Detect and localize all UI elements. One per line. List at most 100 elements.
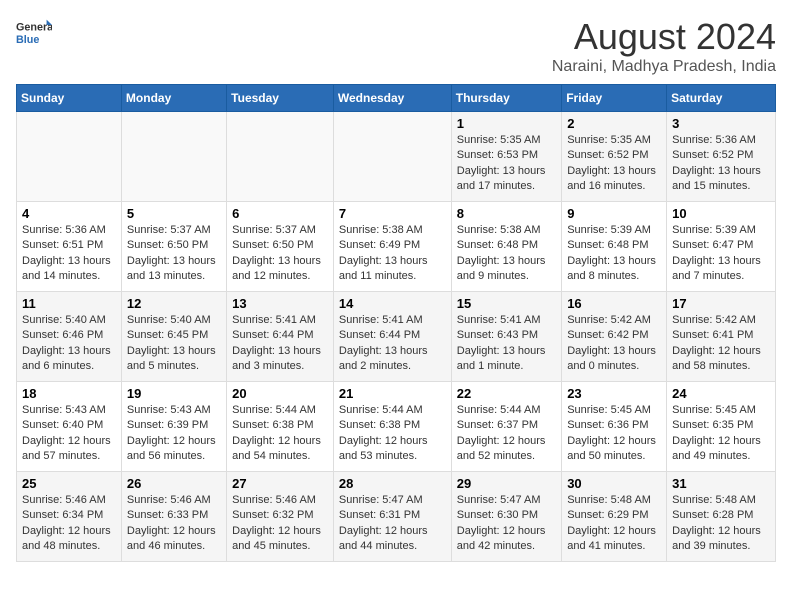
calendar-cell [333,112,451,202]
calendar-cell: 3Sunrise: 5:36 AMSunset: 6:52 PMDaylight… [667,112,776,202]
calendar-cell: 5 Sunrise: 5:37 AMSunset: 6:50 PMDaylight… [121,202,226,292]
calendar-cell: 12 Sunrise: 5:40 AMSunset: 6:45 PMDayligh… [121,292,226,382]
logo: General Blue [16,16,52,52]
page-header: General Blue August 2024 Naraini, Madhya… [16,16,776,76]
day-number: 7 [339,206,446,221]
day-number: 14 [339,296,446,311]
day-info: Sunrise: 5:42 AMSunset: 6:41 PMDaylight:… [672,313,770,375]
calendar-table: SundayMondayTuesdayWednesdayThursdayFrid… [16,84,776,562]
day-number: 22 [457,386,556,401]
day-info: Sunrise: 5:48 AMSunset: 6:29 PMDaylight:… [567,493,661,555]
day-number: 1 [457,116,556,131]
calendar-cell: 14 Sunrise: 5:41 AMSunset: 6:44 PMDayligh… [333,292,451,382]
day-info: Sunrise: 5:36 AMSunset: 6:51 PMDaylight:… [22,223,116,285]
day-number: 20 [232,386,328,401]
day-number: 16 [567,296,661,311]
day-number: 3 [672,116,770,131]
calendar-cell: 1 Sunrise: 5:35 AMSunset: 6:53 PMDaylight… [451,112,561,202]
logo-icon: General Blue [16,16,52,52]
day-info: Sunrise: 5:46 AMSunset: 6:32 PMDaylight:… [232,493,328,555]
day-info: Sunrise: 5:40 AMSunset: 6:45 PMDaylight:… [127,313,221,375]
calendar-cell: 16 Sunrise: 5:42 AMSunset: 6:42 PMDayligh… [562,292,667,382]
day-info: Sunrise: 5:45 AMSunset: 6:35 PMDaylight:… [672,403,770,465]
day-number: 6 [232,206,328,221]
day-number: 26 [127,476,221,491]
calendar-cell: 23 Sunrise: 5:45 AMSunset: 6:36 PMDayligh… [562,382,667,472]
calendar-cell: 11 Sunrise: 5:40 AMSunset: 6:46 PMDayligh… [17,292,122,382]
calendar-cell [121,112,226,202]
calendar-cell [227,112,334,202]
day-info: Sunrise: 5:39 AMSunset: 6:47 PMDaylight:… [672,223,770,285]
calendar-cell: 26 Sunrise: 5:46 AMSunset: 6:33 PMDayligh… [121,472,226,562]
main-title: August 2024 [552,16,776,58]
day-info: Sunrise: 5:37 AMSunset: 6:50 PMDaylight:… [127,223,221,285]
calendar-cell: 13 Sunrise: 5:41 AMSunset: 6:44 PMDayligh… [227,292,334,382]
calendar-cell: 20Sunrise: 5:44 AMSunset: 6:38 PMDayligh… [227,382,334,472]
day-number: 31 [672,476,770,491]
day-info: Sunrise: 5:43 AMSunset: 6:40 PMDaylight:… [22,403,116,465]
day-number: 10 [672,206,770,221]
header-sunday: Sunday [17,85,122,112]
day-info: Sunrise: 5:45 AMSunset: 6:36 PMDaylight:… [567,403,661,465]
week-row-3: 11 Sunrise: 5:40 AMSunset: 6:46 PMDayligh… [17,292,776,382]
day-info: Sunrise: 5:35 AMSunset: 6:52 PMDaylight:… [567,133,661,195]
week-row-2: 4 Sunrise: 5:36 AMSunset: 6:51 PMDaylight… [17,202,776,292]
day-number: 15 [457,296,556,311]
header-saturday: Saturday [667,85,776,112]
day-info: Sunrise: 5:44 AMSunset: 6:37 PMDaylight:… [457,403,556,465]
calendar-cell: 4 Sunrise: 5:36 AMSunset: 6:51 PMDaylight… [17,202,122,292]
day-number: 24 [672,386,770,401]
day-number: 9 [567,206,661,221]
calendar-cell: 6 Sunrise: 5:37 AMSunset: 6:50 PMDaylight… [227,202,334,292]
day-info: Sunrise: 5:38 AMSunset: 6:48 PMDaylight:… [457,223,556,285]
day-number: 25 [22,476,116,491]
day-number: 21 [339,386,446,401]
day-info: Sunrise: 5:47 AMSunset: 6:31 PMDaylight:… [339,493,446,555]
calendar-cell: 19Sunrise: 5:43 AMSunset: 6:39 PMDayligh… [121,382,226,472]
day-number: 4 [22,206,116,221]
day-info: Sunrise: 5:43 AMSunset: 6:39 PMDaylight:… [127,403,221,465]
day-info: Sunrise: 5:46 AMSunset: 6:33 PMDaylight:… [127,493,221,555]
subtitle: Naraini, Madhya Pradesh, India [552,58,776,76]
calendar-cell: 21 Sunrise: 5:44 AMSunset: 6:38 PMDayligh… [333,382,451,472]
day-number: 2 [567,116,661,131]
day-info: Sunrise: 5:48 AMSunset: 6:28 PMDaylight:… [672,493,770,555]
day-number: 18 [22,386,116,401]
week-row-1: 1 Sunrise: 5:35 AMSunset: 6:53 PMDaylight… [17,112,776,202]
day-info: Sunrise: 5:37 AMSunset: 6:50 PMDaylight:… [232,223,328,285]
header-wednesday: Wednesday [333,85,451,112]
day-info: Sunrise: 5:42 AMSunset: 6:42 PMDaylight:… [567,313,661,375]
header-friday: Friday [562,85,667,112]
day-number: 8 [457,206,556,221]
day-number: 23 [567,386,661,401]
day-number: 27 [232,476,328,491]
day-number: 12 [127,296,221,311]
calendar-cell: 9Sunrise: 5:39 AMSunset: 6:48 PMDaylight… [562,202,667,292]
calendar-cell: 2 Sunrise: 5:35 AMSunset: 6:52 PMDaylight… [562,112,667,202]
header-monday: Monday [121,85,226,112]
day-info: Sunrise: 5:46 AMSunset: 6:34 PMDaylight:… [22,493,116,555]
week-row-4: 18 Sunrise: 5:43 AMSunset: 6:40 PMDayligh… [17,382,776,472]
calendar-cell: 7 Sunrise: 5:38 AMSunset: 6:49 PMDaylight… [333,202,451,292]
calendar-cell: 18 Sunrise: 5:43 AMSunset: 6:40 PMDayligh… [17,382,122,472]
day-info: Sunrise: 5:41 AMSunset: 6:44 PMDaylight:… [232,313,328,375]
svg-text:Blue: Blue [16,34,39,46]
day-info: Sunrise: 5:35 AMSunset: 6:53 PMDaylight:… [457,133,556,195]
calendar-cell [17,112,122,202]
day-info: Sunrise: 5:40 AMSunset: 6:46 PMDaylight:… [22,313,116,375]
day-info: Sunrise: 5:44 AMSunset: 6:38 PMDaylight:… [339,403,446,465]
day-number: 11 [22,296,116,311]
header-tuesday: Tuesday [227,85,334,112]
day-number: 13 [232,296,328,311]
title-block: August 2024 Naraini, Madhya Pradesh, Ind… [552,16,776,76]
calendar-cell: 27 Sunrise: 5:46 AMSunset: 6:32 PMDayligh… [227,472,334,562]
calendar-cell: 28Sunrise: 5:47 AMSunset: 6:31 PMDayligh… [333,472,451,562]
day-number: 5 [127,206,221,221]
header-thursday: Thursday [451,85,561,112]
calendar-header: SundayMondayTuesdayWednesdayThursdayFrid… [17,85,776,112]
day-info: Sunrise: 5:41 AMSunset: 6:44 PMDaylight:… [339,313,446,375]
calendar-cell: 8 Sunrise: 5:38 AMSunset: 6:48 PMDaylight… [451,202,561,292]
day-info: Sunrise: 5:38 AMSunset: 6:49 PMDaylight:… [339,223,446,285]
calendar-cell: 29Sunrise: 5:47 AMSunset: 6:30 PMDayligh… [451,472,561,562]
day-info: Sunrise: 5:41 AMSunset: 6:43 PMDaylight:… [457,313,556,375]
